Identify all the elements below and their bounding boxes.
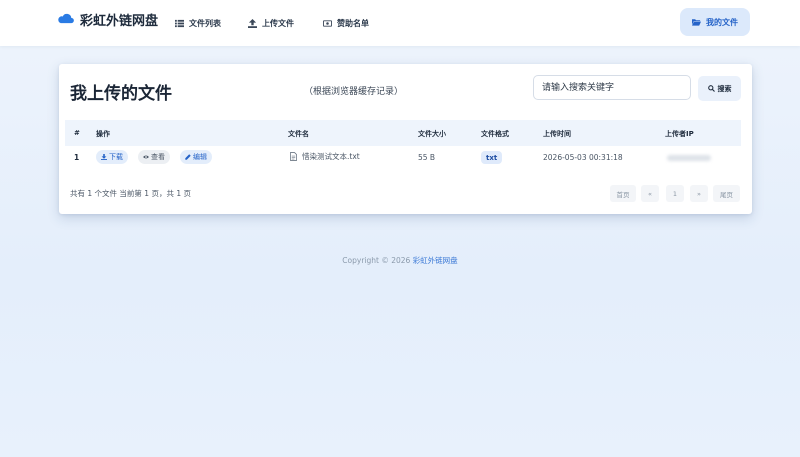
pencil-icon [185, 154, 191, 160]
file-name-text: 惜染测试文本.txt [302, 152, 360, 161]
row-num: 1 [74, 153, 80, 162]
eye-icon [143, 155, 149, 159]
nav-upload-label: 上传文件 [262, 18, 294, 28]
download-button[interactable]: 下载 [96, 150, 128, 164]
my-files-label: 我的文件 [706, 17, 738, 27]
navbar: 彩虹外链网盘 文件列表 上传文件 赞助名单 我的文件 [0, 0, 800, 46]
format-badge: txt [481, 151, 503, 164]
files-card: 我上传的文件 （根据浏览器缓存记录） 搜索 # 操作 文件名 文件大小 文件格式… [59, 64, 752, 214]
search-icon [707, 85, 715, 92]
nav-sponsors[interactable]: 赞助名单 [323, 16, 369, 30]
col-size: 文件大小 [418, 130, 446, 138]
search-input[interactable] [533, 75, 691, 100]
view-button[interactable]: 查看 [138, 150, 170, 164]
next-page-button[interactable]: » [690, 185, 708, 202]
my-files-button[interactable]: 我的文件 [680, 8, 750, 36]
nav-upload[interactable]: 上传文件 [248, 16, 294, 30]
upload-time: 2026-05-03 00:31:18 [543, 153, 623, 162]
pagination-summary: 共有 1 个文件 当前第 1 页，共 1 页 [70, 189, 192, 198]
download-label: 下载 [109, 153, 123, 161]
col-actions: 操作 [96, 130, 110, 138]
col-ip: 上传者IP [665, 130, 694, 138]
table-header: # 操作 文件名 文件大小 文件格式 上传时间 上传者IP [65, 120, 741, 146]
prev-page-button[interactable]: « [641, 185, 659, 202]
file-name-cell[interactable]: 惜染测试文本.txt [290, 151, 360, 162]
search-button-label: 搜索 [717, 84, 732, 93]
file-size: 55 B [418, 153, 436, 162]
view-label: 查看 [151, 153, 165, 161]
nav-file-list-label: 文件列表 [189, 18, 221, 28]
page-title: 我上传的文件 [70, 84, 172, 104]
col-format: 文件格式 [481, 130, 509, 138]
col-filename: 文件名 [288, 130, 309, 138]
brand-logo[interactable]: 彩虹外链网盘 [57, 9, 158, 29]
first-page-button[interactable]: 首页 [610, 185, 636, 202]
upload-icon [248, 18, 257, 28]
brand-name: 彩虹外链网盘 [80, 13, 159, 29]
col-num: # [74, 129, 80, 137]
table-row: 1 下载 查看 编辑 惜染测试文本.txt 55 B txt 2026-05-0… [65, 146, 741, 168]
page-1-button[interactable]: 1 [666, 185, 684, 202]
last-page-button[interactable]: 尾页 [713, 185, 740, 202]
cloud-icon [58, 13, 74, 24]
footer-brand-link[interactable]: 彩虹外链网盘 [413, 256, 458, 265]
download-icon [101, 154, 107, 160]
search-button[interactable]: 搜索 [698, 76, 741, 101]
uploader-ip-redacted [667, 155, 711, 161]
edit-label: 编辑 [193, 153, 207, 161]
money-icon [323, 19, 332, 27]
folder-open-icon [692, 19, 701, 26]
page-subtitle: （根据浏览器缓存记录） [304, 87, 404, 97]
edit-button[interactable]: 编辑 [180, 150, 212, 164]
list-icon [175, 19, 184, 27]
nav-sponsors-label: 赞助名单 [337, 18, 369, 28]
nav-file-list[interactable]: 文件列表 [175, 16, 221, 30]
col-time: 上传时间 [543, 130, 571, 138]
file-text-icon [290, 152, 297, 161]
footer: Copyright © 2026 彩虹外链网盘 [0, 255, 800, 266]
footer-copyright: Copyright © 2026 [342, 256, 413, 265]
